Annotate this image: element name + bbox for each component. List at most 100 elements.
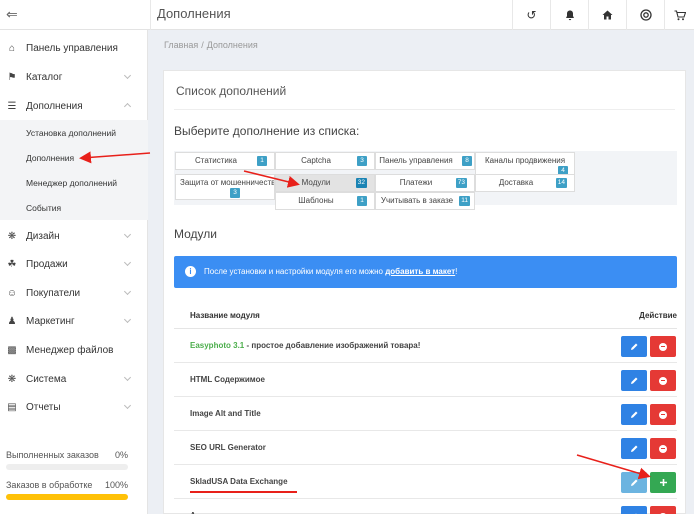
minus-circle-icon (659, 342, 667, 351)
table-header: Название модуля Действие (174, 301, 677, 329)
sidebar-item-system[interactable]: ❋ Система (0, 365, 148, 393)
uninstall-button[interactable] (650, 438, 676, 459)
category-label: Шаблоны (298, 196, 334, 205)
edit-button[interactable] (621, 404, 647, 425)
minus-circle-icon (659, 376, 667, 385)
module-name: Image Alt and Title (190, 409, 261, 418)
category-count: 1 (357, 196, 367, 206)
category-count: 3 (357, 156, 367, 166)
edit-button[interactable] (621, 506, 647, 514)
install-button[interactable] (650, 472, 676, 493)
pencil-icon (630, 377, 637, 384)
category-payments[interactable]: Платежи 73 (375, 174, 475, 192)
module-name-highlight: Easyphoto 3.1 (190, 341, 245, 350)
category-label: Платежи (399, 178, 433, 187)
table-row: SkladUSA Data Exchange (174, 465, 677, 499)
sidebar-item-design[interactable]: ❋ Дизайн (0, 222, 148, 250)
stat-label: Заказов в обработке (6, 480, 93, 490)
annotation-underline (190, 491, 297, 493)
sidebar-item-reports[interactable]: ▤ Отчеты (0, 393, 148, 421)
category-dashboard[interactable]: Панель управления 8 (375, 152, 475, 170)
collapse-icon[interactable]: ⇐ (6, 6, 18, 23)
edit-button[interactable] (621, 336, 647, 357)
sidebar-item-extensions[interactable]: ☰ Дополнения (0, 92, 148, 120)
uninstall-button[interactable] (650, 336, 676, 357)
category-label: Статистика (194, 156, 237, 165)
history-icon[interactable]: ↺ (512, 0, 550, 30)
minus-circle-icon (659, 444, 667, 453)
category-label: Учитывать в заказе (380, 196, 454, 205)
sidebar-item-customers[interactable]: ☺ Покупатели (0, 279, 148, 307)
section-title: Модули (174, 227, 217, 241)
sidebar-item-catalog[interactable]: ⚑ Каталог (0, 63, 148, 91)
cart-icon[interactable] (664, 0, 694, 30)
edit-button[interactable] (621, 472, 647, 493)
sidebar-subitem-label: Дополнения (26, 152, 75, 163)
breadcrumb: Главная / Дополнения (164, 40, 258, 50)
uninstall-button[interactable] (650, 506, 676, 514)
category-count: 32 (355, 178, 367, 188)
home-icon[interactable] (588, 0, 626, 30)
module-name-text: - простое добавление изображений товара! (244, 341, 421, 350)
minus-circle-icon (659, 410, 667, 419)
sidebar-subitem-extensions[interactable]: Дополнения (0, 145, 148, 170)
sidebar-item-sales[interactable]: ☘ Продажи (0, 250, 148, 278)
breadcrumb-home[interactable]: Главная (164, 40, 198, 50)
sidebar-subitem-label: Установка дополнений (26, 127, 116, 138)
edit-button[interactable] (621, 438, 647, 459)
category-themes[interactable]: Шаблоны 1 (275, 192, 375, 210)
category-order-totals[interactable]: Учитывать в заказе 11 (375, 192, 475, 210)
category-selector: Статистика 1 Captcha 3 Панель управления 8 … (174, 151, 677, 210)
edit-button[interactable] (621, 370, 647, 391)
pencil-icon (630, 411, 637, 418)
table-row: А (174, 499, 677, 514)
category-count: 8 (462, 156, 472, 166)
category-label: Защита от мошенничества (180, 178, 274, 187)
info-icon: i (185, 266, 196, 277)
column-name: Название модуля (190, 311, 260, 320)
person-icon: ♟ (7, 315, 17, 327)
category-label: Captcha (301, 156, 331, 165)
category-shipping[interactable]: Доставка 14 (475, 174, 575, 192)
sidebar-subitem-events[interactable]: События (0, 195, 148, 220)
category-count: 11 (459, 196, 470, 206)
category-count: 14 (555, 178, 567, 188)
stat-completed-orders: Выполненных заказов 0% (6, 450, 128, 460)
category-modules[interactable]: Модули 32 (275, 174, 375, 192)
sidebar-item-label: Отчеты (26, 401, 61, 413)
uninstall-button[interactable] (650, 370, 676, 391)
header-actions: ↺ (512, 0, 694, 30)
category-fraud[interactable]: Защита от мошенничества 3 (175, 174, 275, 200)
uninstall-button[interactable] (650, 404, 676, 425)
add-to-layout-link[interactable]: добавить в макет (385, 267, 455, 276)
sidebar-item-label: Менеджер файлов (26, 344, 114, 356)
cart-icon: ☘ (7, 258, 17, 270)
breadcrumb-current[interactable]: Дополнения (207, 40, 258, 50)
sidebar-item-label: Маркетинг (26, 315, 75, 327)
category-captcha[interactable]: Captcha 3 (275, 152, 375, 170)
sidebar-subitem-modifications[interactable]: Менеджер дополнений (0, 170, 148, 195)
sidebar-item-dashboard[interactable]: ⌂ Панель управления (0, 34, 148, 62)
pencil-icon (630, 445, 637, 452)
tag-icon: ⚑ (7, 71, 17, 83)
gear-icon: ❋ (7, 230, 17, 242)
support-icon[interactable] (626, 0, 664, 30)
stat-processing-orders: Заказов в обработке 100% (6, 480, 128, 490)
panel-title: Список дополнений (176, 84, 287, 98)
sidebar-item-marketing[interactable]: ♟ Маркетинг (0, 307, 148, 335)
user-icon: ☺ (6, 287, 18, 299)
sidebar-subitem-label: События (26, 202, 62, 213)
alert-end: ! (455, 267, 458, 276)
page-title: Дополнения (157, 6, 231, 21)
sidebar-subitem-installer[interactable]: Установка дополнений (0, 120, 148, 145)
stat-value: 100% (104, 480, 128, 490)
bell-icon[interactable] (550, 0, 588, 30)
category-label: Модули (301, 178, 331, 187)
category-label: Доставка (498, 178, 534, 187)
sidebar-item-filemanager[interactable]: ▩ Менеджер файлов (0, 336, 148, 364)
pencil-icon (630, 343, 637, 350)
sidebar-item-label: Продажи (26, 258, 68, 270)
progress-fill (6, 494, 128, 500)
table-row: SEO URL Generator (174, 431, 677, 465)
category-statistics[interactable]: Статистика 1 (175, 152, 275, 170)
